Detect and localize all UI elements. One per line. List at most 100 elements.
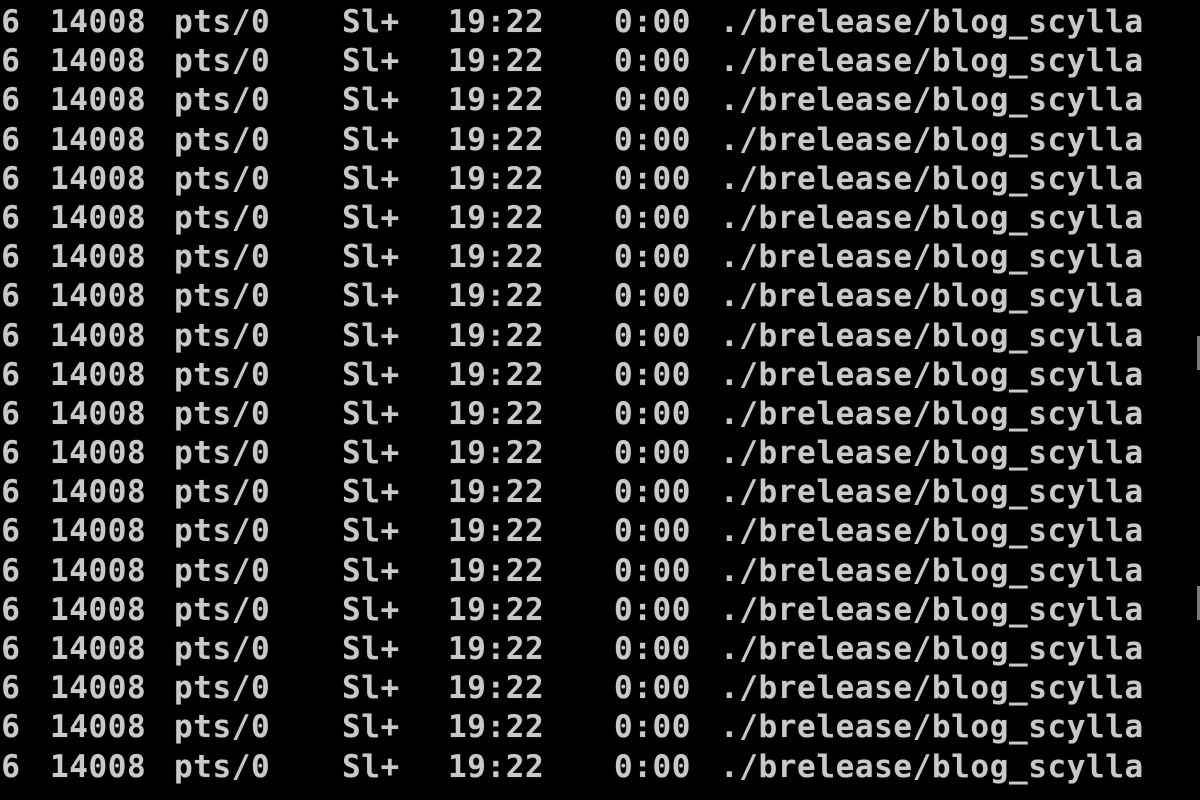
tty-cell: pts/0	[174, 513, 271, 550]
stat-cell: Sl+	[342, 395, 400, 432]
cpu-time-cell: 0:00	[614, 121, 692, 158]
start-time-cell: 19:22	[448, 591, 545, 628]
pid-cell: 66	[0, 43, 21, 80]
stat-cell: Sl+	[342, 356, 400, 393]
cpu-time-cell: 0:00	[614, 356, 692, 393]
stat-cell: Sl+	[342, 317, 400, 354]
tty-cell: pts/0	[174, 435, 271, 472]
process-row: 66 14008 pts/0 Sl+ 19:22 0:00 ./brelease/blog_…	[0, 317, 1200, 356]
cpu-time-cell: 0:00	[614, 552, 692, 589]
stat-cell: Sl+	[342, 160, 400, 197]
command-cell: ./brelease/blog_scylla	[720, 82, 1144, 119]
process-row: 66 14008 pts/0 Sl+ 19:22 0:00 ./brelease/blog_…	[0, 199, 1200, 238]
stat-cell: Sl+	[342, 121, 400, 158]
pid-cell: 66	[0, 474, 21, 511]
command-cell: ./brelease/blog_scylla	[720, 43, 1144, 80]
pid-cell: 66	[0, 591, 21, 628]
tty-cell: pts/0	[174, 43, 271, 80]
stat-cell: Sl+	[342, 513, 400, 550]
tty-cell: pts/0	[174, 474, 271, 511]
command-cell: ./brelease/blog_scylla	[720, 4, 1144, 40]
pid-cell: 66	[0, 513, 21, 550]
stat-cell: Sl+	[342, 278, 400, 315]
process-row: 66 14008 pts/0 Sl+ 19:22 0:00 ./brelease/blog_…	[0, 748, 1200, 787]
process-row: 66 14008 pts/0 Sl+ 19:22 0:00 ./brelease/blog_…	[0, 473, 1200, 512]
pid-cell: 66	[0, 435, 21, 472]
process-row: 66 14008 pts/0 Sl+ 19:22 0:00 ./brelease/blog_…	[0, 552, 1200, 591]
process-row: 66 14008 pts/0 Sl+ 19:22 0:00 ./brelease/blog_…	[0, 42, 1200, 81]
tty-cell: pts/0	[174, 4, 271, 40]
start-time-cell: 19:22	[448, 199, 545, 236]
process-row: 66 14008 pts/0 Sl+ 19:22 0:00 ./brelease/blog_…	[0, 591, 1200, 630]
rss-cell: 14008	[50, 395, 147, 432]
command-cell: ./brelease/blog_scylla	[720, 121, 1144, 158]
start-time-cell: 19:22	[448, 317, 545, 354]
process-row: 66 14008 pts/0 Sl+ 19:22 0:00 ./brelease/blog_…	[0, 630, 1200, 669]
start-time-cell: 19:22	[448, 395, 545, 432]
start-time-cell: 19:22	[448, 513, 545, 550]
rss-cell: 14008	[50, 82, 147, 119]
pid-cell: 66	[0, 709, 21, 746]
start-time-cell: 19:22	[448, 670, 545, 707]
process-row: 66 14008 pts/0 Sl+ 19:22 0:00 ./brelease/blog_…	[0, 434, 1200, 473]
start-time-cell: 19:22	[448, 709, 545, 746]
cpu-time-cell: 0:00	[614, 631, 692, 667]
stat-cell: Sl+	[342, 552, 400, 589]
command-cell: ./brelease/blog_scylla	[720, 631, 1144, 667]
rss-cell: 14008	[50, 160, 147, 197]
rss-cell: 14008	[50, 552, 147, 589]
cpu-time-cell: 0:00	[614, 435, 692, 472]
tty-cell: pts/0	[174, 591, 271, 628]
command-cell: ./brelease/blog_scylla	[720, 160, 1144, 197]
cpu-time-cell: 0:00	[614, 278, 692, 315]
start-time-cell: 19:22	[448, 435, 545, 472]
command-cell: ./brelease/blog_scylla	[720, 670, 1144, 707]
stat-cell: Sl+	[342, 239, 400, 276]
pid-cell: 66	[0, 748, 21, 785]
pid-cell: 66	[0, 552, 21, 589]
cpu-time-cell: 0:00	[614, 709, 692, 746]
start-time-cell: 19:22	[448, 474, 545, 511]
stat-cell: Sl+	[342, 199, 400, 236]
start-time-cell: 19:22	[448, 4, 545, 40]
process-row: 66 14008 pts/0 Sl+ 19:22 0:00 ./brelease/blog_…	[0, 238, 1200, 277]
start-time-cell: 19:22	[448, 748, 545, 785]
stat-cell: Sl+	[342, 591, 400, 628]
command-cell: ./brelease/blog_scylla	[720, 435, 1144, 472]
command-cell: ./brelease/blog_scylla	[720, 474, 1144, 511]
stat-cell: Sl+	[342, 82, 400, 119]
start-time-cell: 19:22	[448, 82, 545, 119]
start-time-cell: 19:22	[448, 43, 545, 80]
stat-cell: Sl+	[342, 474, 400, 511]
process-row: 66 14008 pts/0 Sl+ 19:22 0:00 ./brelease/blog_…	[0, 356, 1200, 395]
tty-cell: pts/0	[174, 121, 271, 158]
cpu-time-cell: 0:00	[614, 395, 692, 432]
rss-cell: 14008	[50, 748, 147, 785]
process-row: 66 14008 pts/0 Sl+ 19:22 0:00 ./brelease/blog_…	[0, 669, 1200, 708]
start-time-cell: 19:22	[448, 160, 545, 197]
process-row: 66 14008 pts/0 Sl+ 19:22 0:00 ./brelease/blog_…	[0, 708, 1200, 747]
stat-cell: Sl+	[342, 709, 400, 746]
terminal-window[interactable]: 66 14008 pts/0 Sl+ 19:22 0:00 ./brelease/blog_…	[0, 0, 1200, 800]
tty-cell: pts/0	[174, 356, 271, 393]
cpu-time-cell: 0:00	[614, 82, 692, 119]
cpu-time-cell: 0:00	[614, 317, 692, 354]
pid-cell: 66	[0, 317, 21, 354]
start-time-cell: 19:22	[448, 552, 545, 589]
stat-cell: Sl+	[342, 435, 400, 472]
pid-cell: 66	[0, 4, 21, 40]
stat-cell: Sl+	[342, 4, 400, 40]
tty-cell: pts/0	[174, 317, 271, 354]
command-cell: ./brelease/blog_scylla	[720, 513, 1144, 550]
process-row: 66 14008 pts/0 Sl+ 19:22 0:00 ./brelease/blog_…	[0, 121, 1200, 160]
cpu-time-cell: 0:00	[614, 513, 692, 550]
stat-cell: Sl+	[342, 748, 400, 785]
rss-cell: 14008	[50, 435, 147, 472]
rss-cell: 14008	[50, 239, 147, 276]
command-cell: ./brelease/blog_scylla	[720, 278, 1144, 315]
rss-cell: 14008	[50, 43, 147, 80]
process-row: 66 14008 pts/0 Sl+ 19:22 0:00 ./brelease/blog_…	[0, 512, 1200, 551]
pid-cell: 66	[0, 82, 21, 119]
command-cell: ./brelease/blog_scylla	[720, 748, 1144, 785]
pid-cell: 66	[0, 239, 21, 276]
